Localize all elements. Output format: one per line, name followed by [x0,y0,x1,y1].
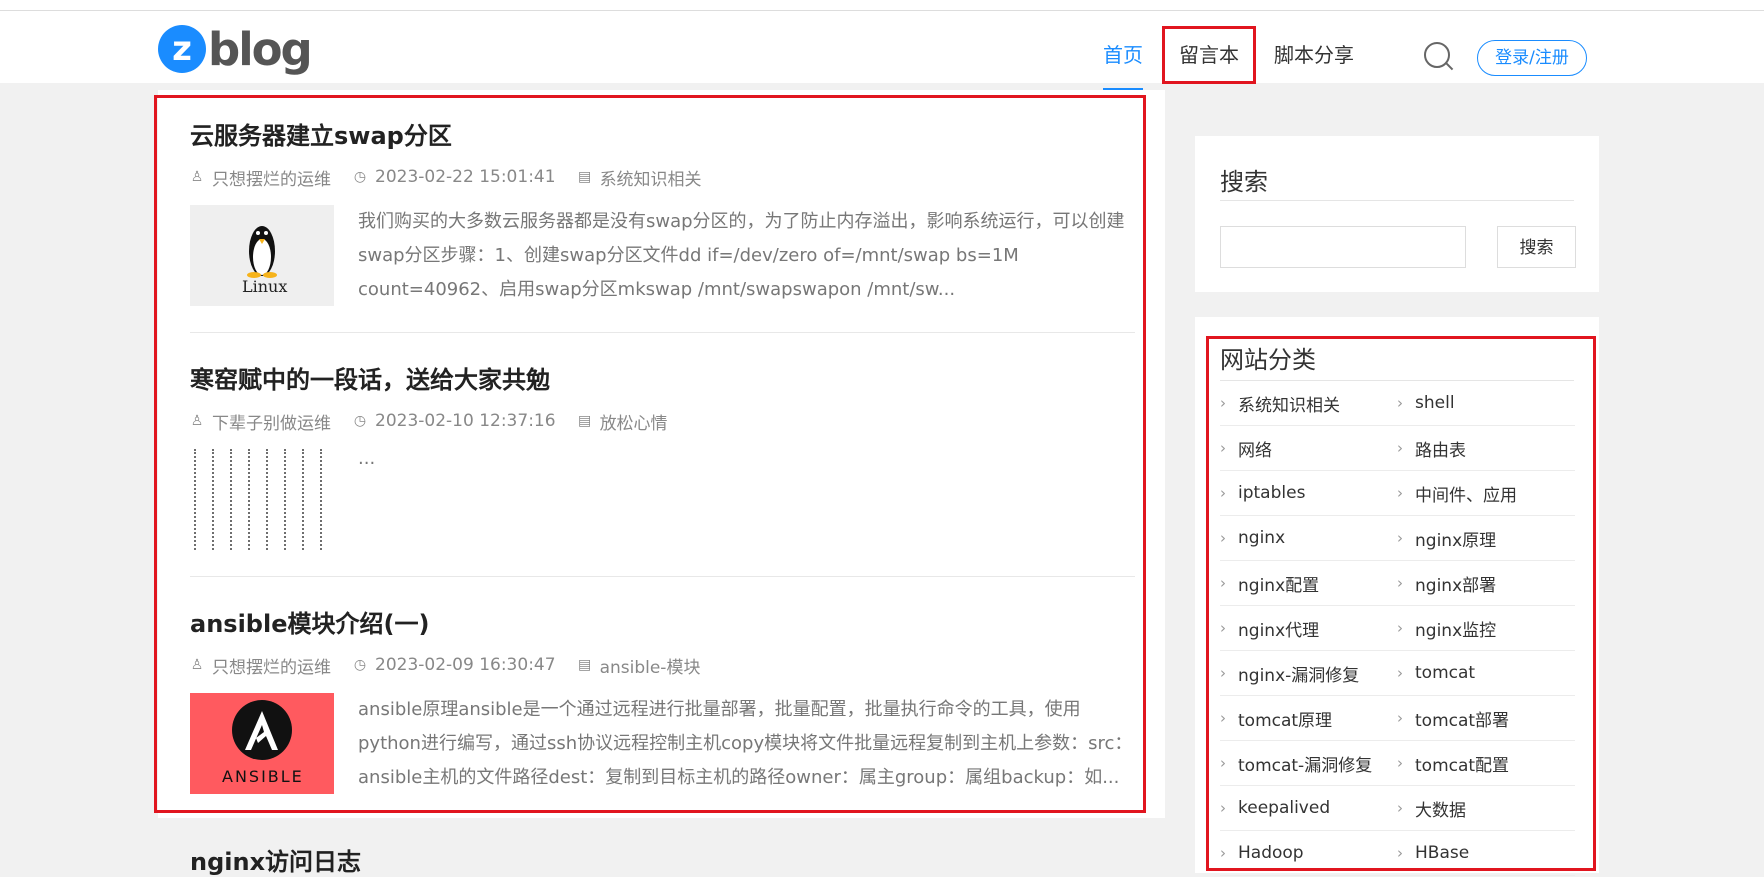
article-excerpt: ... [358,448,376,469]
article-content: Linux 我们购买的大多数云服务器都是没有swap分区的，为了防止内存溢出，影… [190,205,1135,307]
document-icon: ▤ [577,413,592,429]
search-icon[interactable] [1424,42,1450,68]
category-name[interactable]: 系统知识相关 [600,165,702,190]
search-widget-title: 搜索 [1220,168,1268,196]
article-separator [190,332,1135,333]
poem-column [266,449,278,550]
login-register-button[interactable]: 登录/注册 [1477,40,1587,76]
author-name[interactable]: 下辈子别做运维 [212,409,331,434]
article-card[interactable]: ansible模块介绍(一) ♙ 只想摆烂的运维 ◷ 2023-02-09 16:3… [190,604,1135,795]
article-content: ... [190,449,1135,550]
publish-date: ◷ 2023-02-10 12:37:16 [353,411,556,431]
nav-guestbook[interactable]: 留言本 [1162,26,1256,84]
category-name[interactable]: ansible-模块 [600,653,701,678]
date-text: 2023-02-10 12:37:16 [375,411,556,431]
ansible-thumbnail[interactable]: ANSIBLE [190,693,334,794]
article-card[interactable]: nginx访问日志 [190,842,1135,877]
search-widget: 搜索 搜索 [1195,136,1599,292]
nav-script-share[interactable]: 脚本分享 [1274,29,1354,81]
article-title[interactable]: 寒窑赋中的一段话，送给大家共勉 [190,360,1135,395]
user-icon: ♙ [190,413,204,429]
sidebar-search-input[interactable] [1220,226,1466,268]
poem-column [302,449,314,550]
category[interactable]: ▤ 系统知识相关 [578,165,702,190]
document-icon: ▤ [577,657,592,673]
article-card[interactable]: 寒窑赋中的一段话，送给大家共勉 ♙ 下辈子别做运维 ◷ 2023-02-10 12:… [190,360,1135,550]
document-icon: ▤ [577,169,592,185]
thumbnail-label: Linux [242,277,288,296]
author[interactable]: ♙ 只想摆烂的运维 [190,653,331,678]
category[interactable]: ▤ 放松心情 [578,409,668,434]
article-meta: ♙ 只想摆烂的运维 ◷ 2023-02-09 16:30:47 ▤ ansible-模… [190,653,1135,678]
article-separator [190,576,1135,577]
user-icon: ♙ [190,657,204,673]
article-card[interactable]: 云服务器建立swap分区 ♙ 只想摆烂的运维 ◷ 2023-02-22 15:01:… [190,116,1135,307]
article-meta: ♙ 只想摆烂的运维 ◷ 2023-02-22 15:01:41 ▤ 系统知识相关 [190,165,1135,190]
top-border [0,0,1764,11]
article-excerpt: ansible原理ansible是一个通过远程进行批量部署，批量配置，批量执行命… [358,699,1133,788]
publish-date: ◷ 2023-02-22 15:01:41 [353,167,556,187]
article-title[interactable]: ansible模块介绍(一) [190,604,1135,639]
user-icon: ♙ [190,169,204,185]
poem-column [194,449,206,550]
category-highlight [1206,336,1596,871]
widget-divider [1220,200,1574,201]
site-header: z blog 首页 留言本 脚本分享 登录/注册 [0,11,1764,92]
author-name[interactable]: 只想摆烂的运维 [212,165,331,190]
logo-text: blog [208,22,313,76]
nav-home[interactable]: 首页 [1103,29,1143,92]
article-content: ANSIBLE ansible原理ansible是一个通过远程进行批量部署，批量… [190,693,1135,795]
clock-icon: ◷ [353,657,367,673]
poem-column [248,449,260,550]
author[interactable]: ♙ 下辈子别做运维 [190,409,331,434]
poem-column [284,449,296,550]
sidebar-search-button[interactable]: 搜索 [1497,226,1576,268]
date-text: 2023-02-09 16:30:47 [375,655,556,675]
article-title[interactable]: nginx访问日志 [190,842,1135,877]
date-text: 2023-02-22 15:01:41 [375,167,556,187]
article-excerpt: 我们购买的大多数云服务器都是没有swap分区的，为了防止内存溢出，影响系统运行，… [358,211,1125,300]
logo-mark: z [158,25,206,73]
article-meta: ♙ 下辈子别做运维 ◷ 2023-02-10 12:37:16 ▤ 放松心情 [190,409,1135,434]
poem-column [320,449,332,550]
poem-column [212,449,224,550]
poem-column [230,449,242,550]
site-logo[interactable]: z blog [158,21,313,77]
author[interactable]: ♙ 只想摆烂的运维 [190,165,331,190]
clock-icon: ◷ [353,413,367,429]
category-name[interactable]: 放松心情 [600,409,668,434]
clock-icon: ◷ [353,169,367,185]
category[interactable]: ▤ ansible-模块 [578,653,701,678]
linux-thumbnail[interactable]: Linux [190,205,334,306]
thumbnail-label: ANSIBLE [222,767,304,786]
author-name[interactable]: 只想摆烂的运维 [212,653,331,678]
article-title[interactable]: 云服务器建立swap分区 [190,116,1135,151]
poem-thumbnail[interactable] [190,449,334,550]
publish-date: ◷ 2023-02-09 16:30:47 [353,655,556,675]
